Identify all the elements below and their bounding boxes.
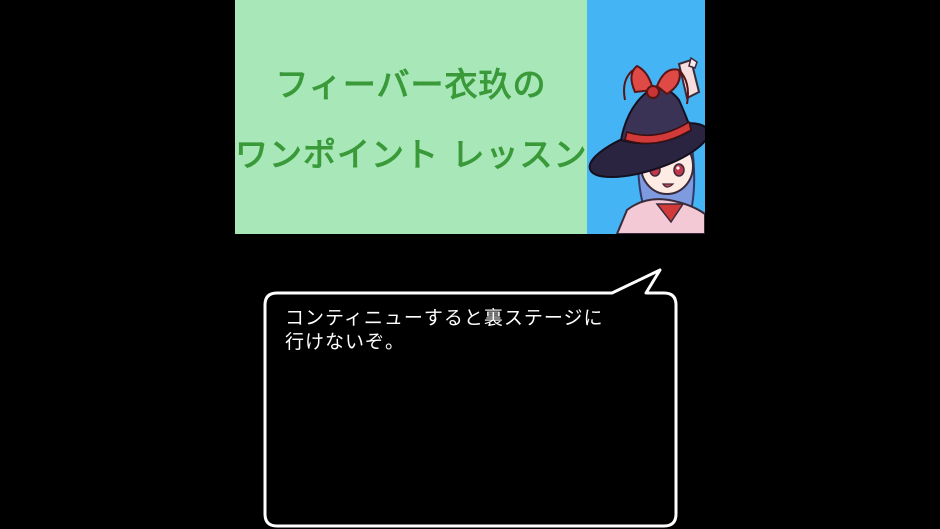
dialog-line-1: コンティニューすると裏ステージに bbox=[285, 307, 604, 329]
dialog-box bbox=[263, 268, 678, 528]
dialog-message: コンティニューすると裏ステージに 行けないぞ。 bbox=[285, 306, 665, 354]
dialog-line-2: 行けないぞ。 bbox=[285, 331, 406, 353]
